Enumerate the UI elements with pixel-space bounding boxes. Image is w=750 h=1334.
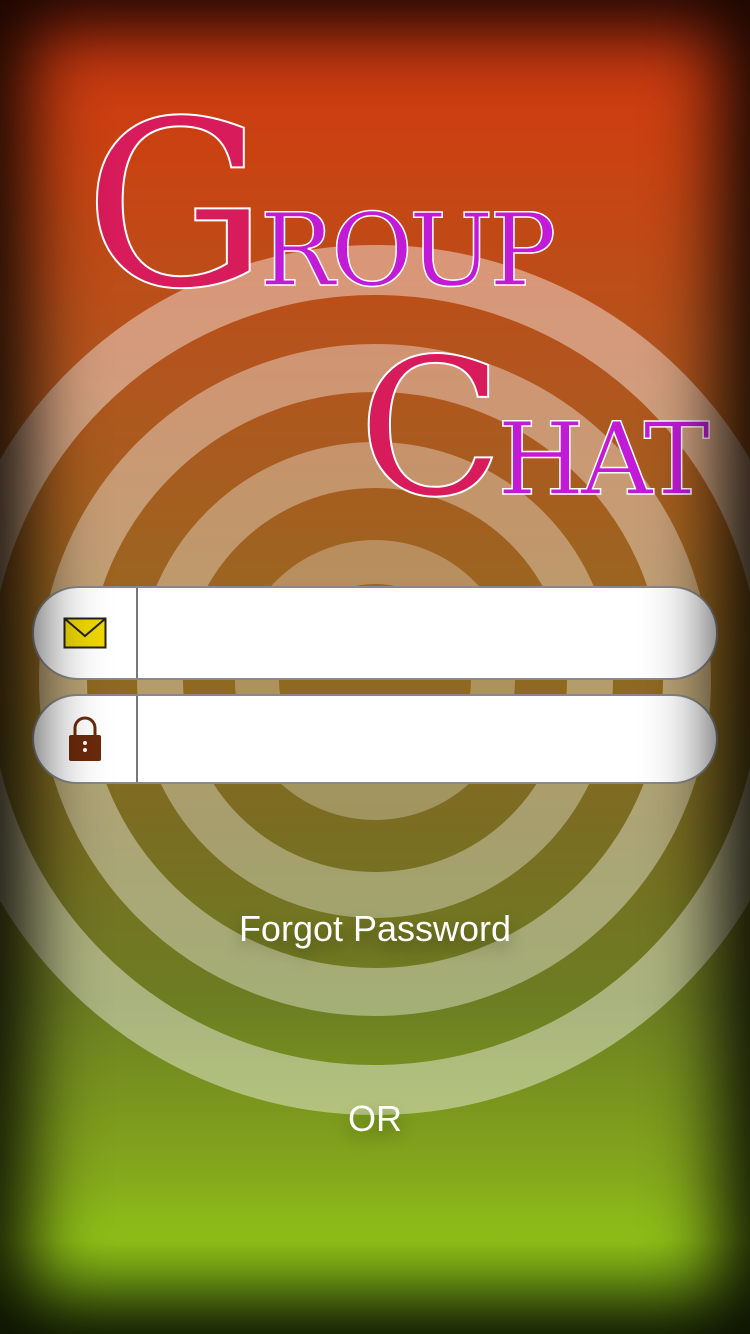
- app-title-group: GROUP: [83, 91, 557, 323]
- title-chat-capital: C: [357, 318, 504, 539]
- email-input[interactable]: [138, 588, 716, 678]
- password-input[interactable]: [138, 696, 716, 782]
- password-field-row: [32, 694, 718, 784]
- title-group-rest: ROUP: [259, 192, 557, 309]
- title-chat-rest: HAT: [497, 401, 711, 518]
- envelope-icon: [34, 588, 138, 678]
- app-title-chat: CHAT: [357, 333, 711, 525]
- email-field-row: [32, 586, 718, 680]
- or-separator-label: OR: [348, 1098, 402, 1139]
- padlock-icon: [34, 696, 138, 782]
- title-group-capital: G: [83, 73, 269, 340]
- login-screen: GROUP CHAT Forgot Password OR: [0, 0, 750, 1334]
- forgot-password-link[interactable]: Forgot Password: [0, 908, 750, 950]
